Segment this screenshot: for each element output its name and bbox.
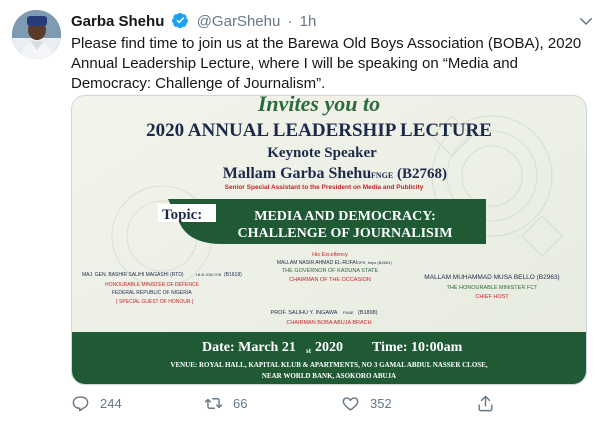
- flyer-topic-line1: MEDIA AND DEMOCRACY:: [254, 209, 436, 224]
- flyer-topic-label: Topic:: [162, 207, 202, 223]
- tweet-actions: 244 66 352: [71, 390, 511, 416]
- like-button[interactable]: 352: [341, 390, 392, 416]
- avatar[interactable]: [12, 10, 61, 59]
- flyer-guest-code: (B1618): [224, 272, 242, 278]
- reply-icon: [72, 395, 89, 411]
- chevron-down-icon[interactable]: [577, 12, 595, 30]
- heart-icon: [342, 396, 359, 411]
- flyer-chair-title: THE GOVERNOR OF KADUNA STATE: [282, 268, 379, 274]
- flyer-speaker-role: Senior Special Assistant to the Presiden…: [225, 184, 424, 191]
- flyer-prof-role: CHAIRMAN BOBA ABUJA BRACH: [286, 320, 371, 326]
- flyer-prof-name: PROF. SALIHU Y. INGAWA: [271, 310, 338, 316]
- flyer-guest-name: MAJ. GEN. BASHIR SALIHI MAGASHI (RTD): [82, 272, 184, 278]
- flyer-venue-line1: VENUE: ROYAL HALL, KAPITAL KLUB & APARTM…: [170, 361, 487, 369]
- flyer-speaker-suffix: FNGE: [371, 171, 393, 180]
- flyer-prof-code: (B1898): [358, 310, 378, 316]
- flyer-chair-name: MALLAM NASIR AHMAD EL-RUFAI: [277, 260, 357, 266]
- flyer-image: Invites you to 2020 ANNUAL LEADERSHIP LE…: [72, 96, 586, 384]
- flyer-topic-line2: CHALLENGE OF JOURNALISIM: [238, 226, 453, 241]
- flyer-chair-honorific: His Excellency: [312, 252, 348, 258]
- share-button[interactable]: [476, 390, 505, 416]
- flyer-date-year: 2020: [315, 340, 343, 355]
- reply-count: 244: [100, 395, 122, 411]
- flyer-chair-name-suffix: OFR, fmps (B2661): [357, 260, 392, 265]
- tweet-text: Please find time to join us at the Barew…: [71, 35, 582, 92]
- flyer-venue-line2: NEAR WORLD BANK, ASOKORO ABUJA: [262, 372, 396, 380]
- flyer-host-role: CHIEF HOST: [475, 294, 509, 300]
- separator-dot: ·: [287, 13, 293, 30]
- reply-button[interactable]: 244: [71, 390, 122, 416]
- flyer-guest-role: { SPECIAL GUEST OF HONOUR }: [116, 299, 194, 305]
- flyer-guest-name-suffix: LB M JOM CON: [196, 273, 222, 277]
- flyer-speaker-name: Mallam Garba Shehu: [223, 165, 372, 182]
- verified-badge-icon: [171, 12, 188, 29]
- flyer-host-name: MALLAM MUHAMMAD MUSA BELLO (B2963): [424, 274, 559, 281]
- tweet-timestamp[interactable]: 1h: [300, 13, 317, 30]
- flyer-date-suffix: st: [306, 347, 312, 355]
- flyer-time-label: Time: 10:00am: [372, 340, 463, 355]
- avatar-photo: [12, 10, 61, 59]
- retweet-icon: [204, 397, 223, 409]
- flyer-host-title: THE HONOURABLE MINISTER FCT: [446, 285, 538, 291]
- author-name[interactable]: Garba Shehu: [71, 13, 164, 30]
- retweet-count: 66: [233, 395, 248, 411]
- tweet-header: Garba Shehu @GarShehu · 1h: [71, 11, 595, 33]
- author-handle[interactable]: @GarShehu: [197, 13, 281, 30]
- share-icon: [478, 395, 493, 411]
- tweet-media-flyer[interactable]: Invites you to 2020 ANNUAL LEADERSHIP LE…: [71, 95, 587, 385]
- flyer-guest-country: FEDERAL REPUBLIC OF NIGERIA: [112, 290, 192, 296]
- flyer-date-label: Date: March 21: [202, 340, 296, 355]
- retweet-button[interactable]: 66: [204, 390, 247, 416]
- flyer-guest-title: HONOURABLE MINISTER OF DEFENCE: [105, 282, 200, 288]
- flyer-prof-name-suffix: FNAE: [343, 310, 354, 315]
- flyer-title: 2020 ANNUAL LEADERSHIP LECTURE: [146, 120, 492, 141]
- flyer-invites-text: Invites you to: [257, 96, 380, 116]
- like-count: 352: [370, 395, 392, 411]
- flyer-speaker-code: (B2768): [397, 166, 447, 182]
- flyer-chair-role: CHAIRMAN OF THE OCCASION: [289, 277, 371, 283]
- flyer-keynote-label: Keynote Speaker: [267, 145, 377, 161]
